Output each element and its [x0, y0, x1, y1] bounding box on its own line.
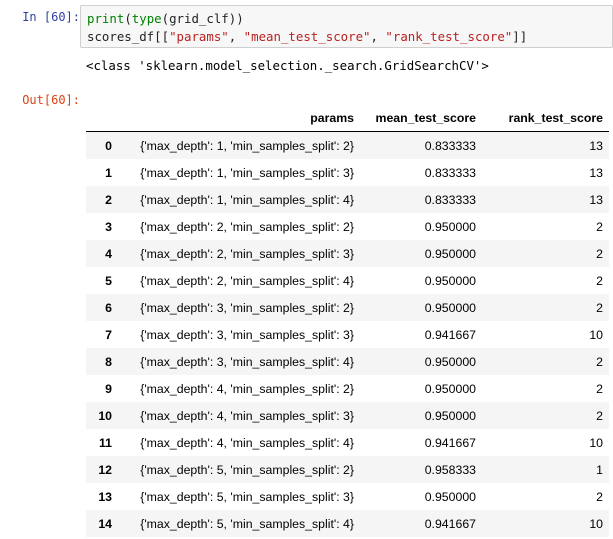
rank-test-score-cell: 13	[589, 138, 603, 153]
table-header-row: params mean_test_score rank_test_score	[86, 104, 609, 132]
row-index: 0	[105, 138, 112, 153]
code-string-rank: "rank_test_score"	[385, 29, 513, 44]
code-print-keyword: print	[87, 11, 125, 26]
rank-test-score-cell: 2	[596, 408, 603, 423]
code-type-keyword: type	[131, 11, 162, 26]
mean-test-score-cell: 0.950000	[424, 381, 476, 396]
code-string-params: "params"	[169, 29, 229, 44]
dataframe-table: params mean_test_score rank_test_score 0…	[86, 104, 609, 537]
rank-test-score-cell: 1	[596, 462, 603, 477]
params-cell: {'max_depth': 1, 'min_samples_split': 4}	[140, 192, 354, 207]
table-row: 14 {'max_depth': 5, 'min_samples_split': …	[86, 510, 609, 537]
params-cell: {'max_depth': 1, 'min_samples_split': 3}	[140, 165, 354, 180]
table-row: 10 {'max_depth': 4, 'min_samples_split': …	[86, 402, 609, 429]
row-index: 13	[98, 489, 112, 504]
table-row: 12 {'max_depth': 5, 'min_samples_split': …	[86, 456, 609, 483]
mean-test-score-cell: 0.941667	[424, 327, 476, 342]
table-row: 7 {'max_depth': 3, 'min_samples_split': 3…	[86, 321, 609, 348]
stdout-text: <class 'sklearn.model_selection._search.…	[86, 58, 489, 73]
mean-test-score-cell: 0.950000	[424, 300, 476, 315]
index-header	[86, 104, 118, 132]
table-row: 2 {'max_depth': 1, 'min_samples_split': 4…	[86, 186, 609, 213]
rank-test-score-cell: 13	[589, 192, 603, 207]
row-index: 1	[105, 165, 112, 180]
mean-test-score-cell: 0.833333	[424, 165, 476, 180]
row-index: 9	[105, 381, 112, 396]
row-index: 3	[105, 219, 112, 234]
table-row: 0 {'max_depth': 1, 'min_samples_split': 2…	[86, 131, 609, 159]
row-index: 4	[105, 246, 112, 261]
code-cell[interactable]: print(type(grid_clf)) scores_df[["params…	[80, 5, 613, 48]
mean-test-score-cell: 0.950000	[424, 219, 476, 234]
params-cell: {'max_depth': 2, 'min_samples_split': 3}	[140, 246, 354, 261]
table-row: 8 {'max_depth': 3, 'min_samples_split': 4…	[86, 348, 609, 375]
table-row: 4 {'max_depth': 2, 'min_samples_split': 3…	[86, 240, 609, 267]
code-string-mean: "mean_test_score"	[243, 29, 371, 44]
params-cell: {'max_depth': 4, 'min_samples_split': 4}	[140, 435, 354, 450]
rank-test-score-cell: 2	[596, 273, 603, 288]
rank-test-score-cell: 2	[596, 246, 603, 261]
row-index: 11	[99, 435, 112, 450]
mean-test-score-cell: 0.833333	[424, 138, 476, 153]
mean-test-score-cell: 0.950000	[424, 273, 476, 288]
mean-test-score-cell: 0.833333	[424, 192, 476, 207]
row-index: 8	[105, 354, 112, 369]
table-row: 5 {'max_depth': 2, 'min_samples_split': 4…	[86, 267, 609, 294]
column-header-mean-test-score: mean_test_score	[360, 104, 482, 132]
mean-test-score-cell: 0.950000	[424, 489, 476, 504]
code-paren: (	[124, 11, 132, 26]
mean-test-score-cell: 0.950000	[424, 246, 476, 261]
rank-test-score-cell: 2	[596, 489, 603, 504]
table-row: 13 {'max_depth': 5, 'min_samples_split': …	[86, 483, 609, 510]
params-cell: {'max_depth': 3, 'min_samples_split': 2}	[140, 300, 354, 315]
mean-test-score-cell: 0.941667	[424, 435, 476, 450]
row-index: 14	[98, 516, 112, 531]
params-cell: {'max_depth': 2, 'min_samples_split': 2}	[140, 219, 354, 234]
rank-test-score-cell: 13	[589, 165, 603, 180]
table-row: 9 {'max_depth': 4, 'min_samples_split': 2…	[86, 375, 609, 402]
rank-test-score-cell: 2	[596, 381, 603, 396]
params-cell: {'max_depth': 3, 'min_samples_split': 4}	[140, 354, 354, 369]
output-prompt: Out[60]:	[22, 93, 80, 107]
row-index: 5	[105, 273, 112, 288]
rank-test-score-cell: 10	[589, 435, 603, 450]
code-line1-rest: (grid_clf))	[161, 11, 244, 26]
code-line2-start: scores_df[[	[87, 29, 170, 44]
params-cell: {'max_depth': 5, 'min_samples_split': 3}	[140, 489, 354, 504]
mean-test-score-cell: 0.950000	[424, 408, 476, 423]
params-cell: {'max_depth': 1, 'min_samples_split': 2}	[140, 138, 354, 153]
row-index: 6	[105, 300, 112, 315]
rank-test-score-cell: 10	[589, 516, 603, 531]
row-index: 2	[105, 192, 112, 207]
row-index: 7	[105, 327, 112, 342]
params-cell: {'max_depth': 3, 'min_samples_split': 3}	[140, 327, 354, 342]
params-cell: {'max_depth': 2, 'min_samples_split': 4}	[140, 273, 354, 288]
rank-test-score-cell: 2	[596, 300, 603, 315]
table-row: 3 {'max_depth': 2, 'min_samples_split': 2…	[86, 213, 609, 240]
code-sep: ,	[370, 29, 386, 44]
params-cell: {'max_depth': 4, 'min_samples_split': 3}	[140, 408, 354, 423]
mean-test-score-cell: 0.941667	[424, 516, 476, 531]
rank-test-score-cell: 2	[596, 219, 603, 234]
mean-test-score-cell: 0.958333	[424, 462, 476, 477]
table-row: 11 {'max_depth': 4, 'min_samples_split': …	[86, 429, 609, 456]
params-cell: {'max_depth': 5, 'min_samples_split': 4}	[140, 516, 354, 531]
column-header-rank-test-score: rank_test_score	[482, 104, 609, 132]
rank-test-score-cell: 10	[589, 327, 603, 342]
row-index: 10	[98, 408, 112, 423]
column-header-params: params	[118, 104, 360, 132]
code-line2-end: ]]	[512, 29, 528, 44]
input-prompt: In [60]:	[22, 10, 80, 24]
params-cell: {'max_depth': 4, 'min_samples_split': 2}	[140, 381, 354, 396]
table-row: 6 {'max_depth': 3, 'min_samples_split': 2…	[86, 294, 609, 321]
mean-test-score-cell: 0.950000	[424, 354, 476, 369]
rank-test-score-cell: 2	[596, 354, 603, 369]
row-index: 12	[98, 462, 112, 477]
params-cell: {'max_depth': 5, 'min_samples_split': 2}	[140, 462, 354, 477]
code-sep: ,	[228, 29, 244, 44]
table-row: 1 {'max_depth': 1, 'min_samples_split': 3…	[86, 159, 609, 186]
